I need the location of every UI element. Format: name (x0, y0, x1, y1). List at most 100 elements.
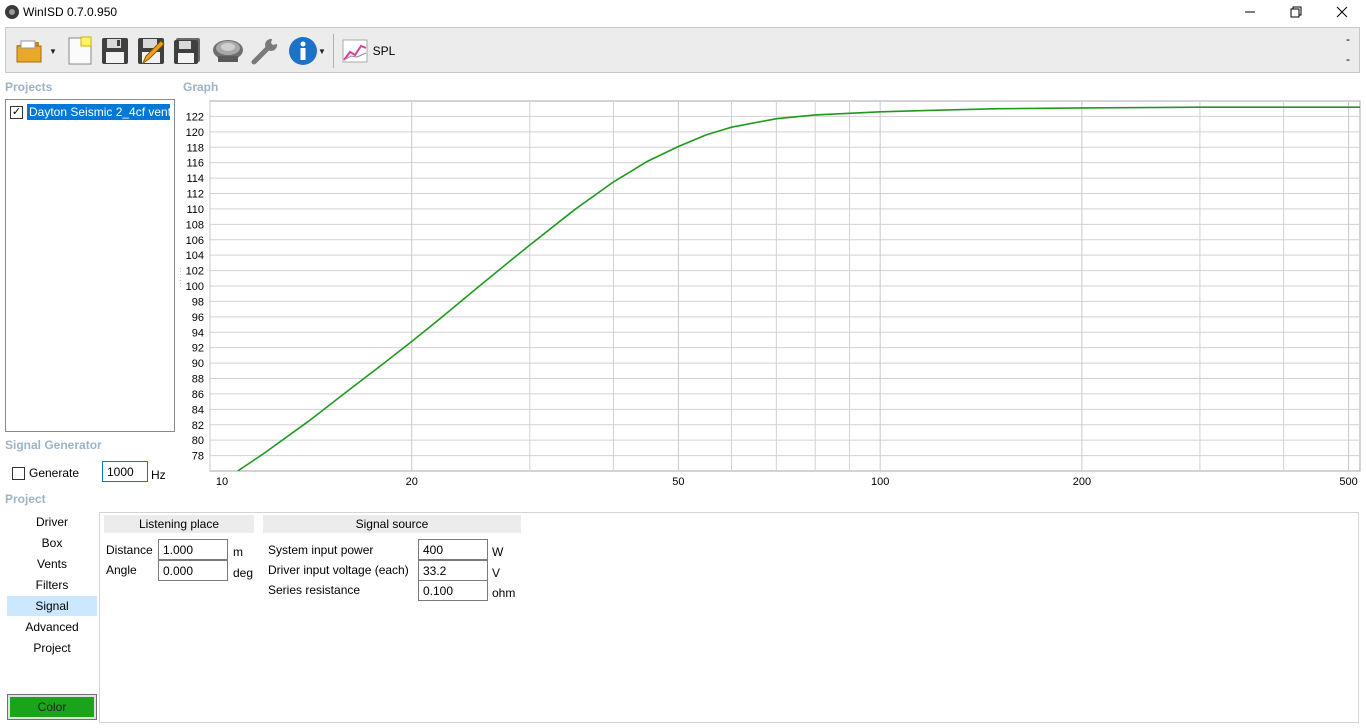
power-unit: W (492, 545, 504, 559)
y-tick-label: 116 (186, 158, 204, 170)
x-tick-label: 200 (1073, 476, 1091, 488)
y-tick-label: 102 (186, 266, 204, 278)
save-button[interactable] (99, 34, 131, 68)
y-tick-label: 106 (186, 235, 204, 247)
nav-item-vents[interactable]: Vents (7, 554, 97, 574)
toolbar: ▼ ▼ SPL - - (5, 27, 1360, 73)
voltage-input[interactable] (418, 560, 488, 581)
floppy-pencil-icon (138, 38, 165, 65)
chart-line-icon (342, 39, 368, 63)
nav-item-signal[interactable]: Signal (7, 596, 97, 616)
app-icon (5, 5, 19, 19)
y-tick-label: 82 (192, 420, 204, 432)
projects-label: Projects (5, 80, 53, 94)
y-tick-label: 80 (192, 435, 204, 447)
angle-unit: deg (233, 566, 254, 580)
restore-button[interactable] (1273, 0, 1319, 24)
window-title: WinISD 0.7.0.950 (23, 5, 118, 19)
save-as-button[interactable] (135, 34, 167, 68)
driver-editor-button[interactable] (210, 34, 246, 68)
floppy-multiple-icon (174, 38, 200, 64)
y-tick-label: 100 (186, 281, 204, 293)
floppy-disk-icon (102, 38, 128, 64)
restore-icon (1290, 6, 1302, 18)
generate-toggle[interactable]: Generate (12, 466, 79, 480)
y-tick-label: 86 (192, 389, 204, 401)
x-tick-label: 50 (672, 476, 684, 488)
project-checkbox[interactable]: ✓ (10, 105, 23, 119)
frequency-input[interactable] (102, 461, 148, 482)
generate-checkbox[interactable] (12, 466, 25, 480)
y-tick-label: 122 (186, 111, 204, 123)
voltage-label: Driver input voltage (each) (268, 563, 409, 577)
y-tick-label: 112 (186, 189, 204, 201)
toolbar-separator (333, 34, 334, 68)
close-icon (1336, 6, 1348, 18)
y-tick-label: 94 (192, 327, 204, 339)
nav-item-project[interactable]: Project (7, 638, 97, 658)
y-tick-label: 108 (186, 219, 204, 231)
spl-label: SPL (372, 44, 396, 58)
color-button-label: Color (10, 697, 94, 717)
resistance-label: Series resistance (268, 583, 361, 597)
chevron-down-icon: ▼ (49, 46, 57, 56)
minimize-icon (1245, 11, 1255, 13)
frequency-unit: Hz (151, 468, 166, 482)
save-all-button[interactable] (171, 34, 203, 68)
nav-item-driver[interactable]: Driver (7, 512, 97, 532)
project-name[interactable]: Dayton Seismic 2_4cf vent 2 (27, 104, 170, 120)
spl-graph[interactable]: 78 80 82 84 86 88 90 92 94 96 98 100 102 104 106 108 110… (180, 98, 1362, 490)
voltage-unit: V (492, 566, 501, 580)
y-tick-label: 104 (186, 250, 204, 262)
toolbar-right-dash-top: - (1346, 32, 1350, 46)
title-bar: WinISD 0.7.0.950 (0, 0, 1366, 24)
y-tick-label: 114 (186, 173, 204, 185)
list-item[interactable]: ✓ Dayton Seismic 2_4cf vent 2 (10, 104, 170, 120)
angle-label: Angle (106, 563, 137, 577)
resistance-input[interactable] (418, 580, 488, 601)
info-button[interactable]: ▼ (284, 34, 330, 68)
info-icon (289, 37, 318, 65)
y-tick-label: 118 (186, 142, 204, 154)
toolbar-right-dash-bottom: - (1346, 52, 1350, 66)
distance-input[interactable] (158, 539, 228, 560)
speaker-driver-icon (213, 40, 243, 62)
wrench-icon (251, 38, 278, 65)
listening-place-header: Listening place (104, 515, 254, 533)
power-label: System input power (268, 543, 374, 557)
y-tick-label: 78 (192, 451, 204, 463)
spl-graph-button[interactable]: SPL (340, 34, 396, 68)
distance-label: Distance (106, 543, 153, 557)
new-project-button[interactable] (64, 34, 96, 68)
open-folder-icon (16, 40, 42, 63)
signal-source-header: Signal source (263, 515, 521, 533)
checkmark-icon: ✓ (11, 105, 22, 118)
x-tick-label: 20 (406, 476, 418, 488)
projects-list[interactable]: ✓ Dayton Seismic 2_4cf vent 2 (5, 99, 175, 432)
y-tick-label: 92 (192, 343, 204, 355)
signal-generator-label: Signal Generator (5, 438, 102, 452)
nav-item-box[interactable]: Box (7, 533, 97, 553)
signal-panel: Listening place Distance m Angle deg Sig… (99, 512, 1359, 723)
power-input[interactable] (418, 539, 488, 560)
x-tick-label: 100 (871, 476, 889, 488)
y-tick-label: 84 (192, 404, 204, 416)
new-document-icon (68, 36, 92, 65)
y-tick-label: 88 (192, 374, 204, 386)
angle-input[interactable] (158, 560, 228, 581)
nav-item-filters[interactable]: Filters (7, 575, 97, 595)
x-tick-label: 10 (216, 476, 228, 488)
distance-unit: m (233, 545, 243, 559)
options-button[interactable] (248, 34, 282, 68)
project-label: Project (5, 492, 46, 506)
y-tick-label: 110 (186, 204, 204, 216)
close-button[interactable] (1319, 0, 1365, 24)
nav-item-advanced[interactable]: Advanced (7, 617, 97, 637)
resistance-unit: ohm (492, 586, 516, 600)
y-tick-label: 120 (186, 127, 204, 139)
y-tick-label: 98 (192, 296, 204, 308)
minimize-button[interactable] (1227, 0, 1273, 24)
generate-label: Generate (29, 466, 80, 480)
color-button[interactable]: Color (7, 694, 97, 720)
open-button[interactable]: ▼ (12, 34, 60, 68)
